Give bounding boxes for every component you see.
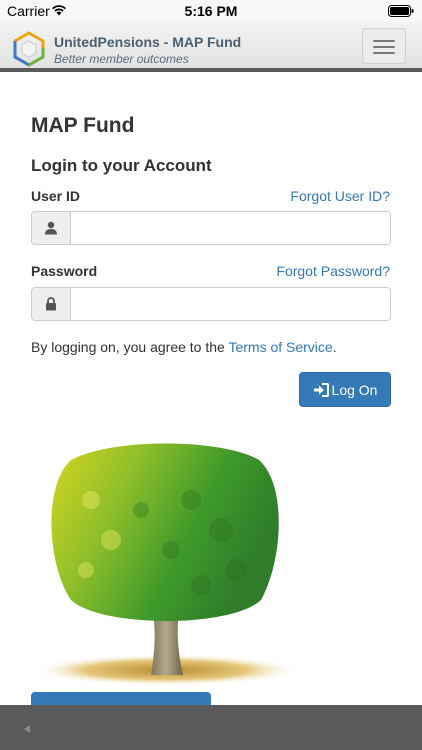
status-time: 5:16 PM [184,3,238,19]
status-bar: Carrier 5:16 PM [0,0,422,22]
page-title: MAP Fund [31,114,135,137]
user-icon [32,212,71,244]
battery-icon [388,5,414,17]
password-input[interactable] [71,288,390,320]
forgot-user-id-link[interactable]: Forgot User ID? [290,188,390,204]
terms-of-service-link[interactable]: Terms of Service [228,339,332,355]
tree-illustration [31,443,301,685]
user-id-label: User ID [31,188,81,204]
menu-bar-bottom [373,52,395,54]
hexagon-cube-logo-icon[interactable] [10,30,48,68]
user-id-input-group [31,211,391,245]
terms-text: By logging on, you agree to the Terms of… [31,339,337,355]
log-on-label: Log On [331,381,378,398]
hamburger-menu-button[interactable] [362,28,406,64]
log-on-button[interactable]: Log On [299,372,391,407]
terms-suffix: . [332,339,337,355]
password-input-group [31,287,391,321]
menu-bar-middle [373,46,395,48]
forgot-password-link[interactable]: Forgot Password? [276,263,390,279]
user-id-input[interactable] [71,212,390,244]
brand-title: UnitedPensions - MAP Fund [54,34,242,50]
bottom-toolbar [0,705,422,750]
back-arrow-icon[interactable] [22,724,32,734]
app-header: UnitedPensions - MAP Fund Better member … [0,22,422,72]
password-label: Password [31,263,98,279]
menu-bar-top [373,40,395,42]
lock-icon [32,288,71,320]
terms-prefix: By logging on, you agree to the [31,339,229,355]
sign-in-icon [313,382,329,397]
login-heading: Login to your Account [31,156,212,175]
brand-tagline: Better member outcomes [54,52,189,66]
